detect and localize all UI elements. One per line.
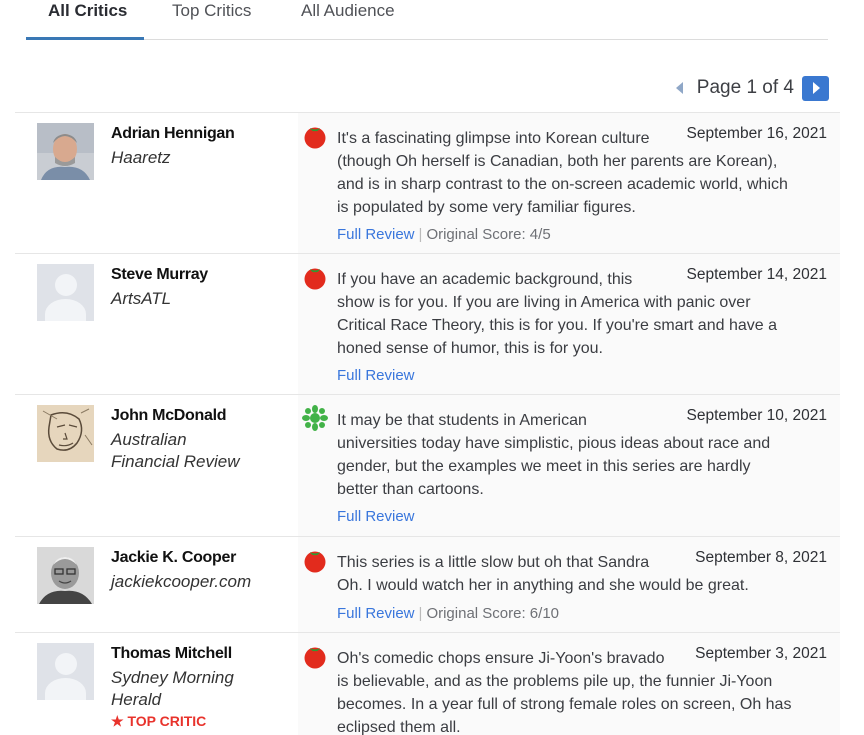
quote-line: (though Oh herself is Canadian, both her… <box>337 153 778 170</box>
review-row: Thomas Mitchell Sydney Morning Herald ★ … <box>15 632 840 735</box>
default-avatar-icon[interactable] <box>37 264 94 321</box>
avatar-body <box>45 678 86 700</box>
original-score: Original Score: 6/10 <box>426 605 560 622</box>
review-quote: It's a fascinating glimpse into Korean c… <box>337 127 827 219</box>
tab-all-critics[interactable]: All Critics <box>26 0 144 40</box>
link-divider: | <box>418 226 423 243</box>
quote-line: Critical Race Theory, this is for you. I… <box>337 317 777 334</box>
publication-name[interactable]: ArtsATL <box>111 288 281 310</box>
review-tabs: All Critics Top Critics All Audience <box>26 0 828 40</box>
quote-line: It's a fascinating glimpse into Korean c… <box>337 130 650 147</box>
quote-line: Oh's comedic chops ensure Ji-Yoon's brav… <box>337 650 665 667</box>
review-quote: Oh's comedic chops ensure Ji-Yoon's brav… <box>337 647 827 735</box>
publication-name[interactable]: jackiekcooper.com <box>111 571 281 593</box>
quote-line: It may be that students in American <box>337 412 587 429</box>
review-row: Steve Murray ArtsATL September 14, 2021 … <box>15 253 840 394</box>
quote-line: universities today have simplistic, piou… <box>337 435 771 452</box>
quote-line: This series is a little slow but oh that… <box>337 554 650 571</box>
fresh-tomato-icon <box>304 127 326 149</box>
quote-line: better than cartoons. <box>337 481 484 498</box>
quote-line: honed sense of humor, this is for you. <box>337 340 603 357</box>
pagination: Page 1 of 4 <box>675 75 829 101</box>
avatar-head <box>55 653 77 675</box>
critic-name[interactable]: Thomas Mitchell <box>111 645 232 663</box>
quote-line: is populated by some very familiar figur… <box>337 199 636 216</box>
avatar-body <box>45 299 86 321</box>
full-review-link[interactable]: Full Review <box>337 226 415 243</box>
review-row: Jackie K. Cooper jackiekcooper.com Septe… <box>15 536 840 632</box>
star-icon: ★ <box>111 713 124 729</box>
original-score: Original Score: 4/5 <box>426 226 551 243</box>
full-review-link[interactable]: Full Review <box>337 605 415 622</box>
critic-avatar[interactable] <box>37 405 94 462</box>
full-review-link[interactable]: Full Review <box>337 508 415 525</box>
next-page-button[interactable] <box>802 75 829 101</box>
chevron-right-icon <box>813 82 820 94</box>
fresh-tomato-icon <box>304 268 326 290</box>
quote-line: is believable, and as the problems pile … <box>337 673 773 690</box>
quote-line: show is for you. If you are living in Am… <box>337 294 751 311</box>
critic-name[interactable]: Adrian Hennigan <box>111 125 235 143</box>
top-critic-badge: ★ TOP CRITIC <box>111 713 206 730</box>
top-critic-label: TOP CRITIC <box>127 713 207 729</box>
review-quote: This series is a little slow but oh that… <box>337 551 827 597</box>
quote-line: gender, but the examples we meet in this… <box>337 458 751 475</box>
critic-avatar[interactable] <box>37 547 94 604</box>
quote-line: eclipsed them all. <box>337 719 461 735</box>
quote-line: becomes. In a year full of strong female… <box>337 696 792 713</box>
publication-line: Financial Review <box>111 452 240 471</box>
review-list: Adrian Hennigan Haaretz September 16, 20… <box>15 112 840 735</box>
review-quote: It may be that students in American univ… <box>337 409 827 501</box>
publication-name[interactable]: Sydney Morning Herald <box>111 667 281 711</box>
review-links: Full Review <box>337 508 415 525</box>
publication-line: Herald <box>111 690 162 709</box>
tab-top-critics[interactable]: Top Critics <box>172 0 251 40</box>
default-avatar-icon[interactable] <box>37 643 94 700</box>
review-row: John McDonald Australian Financial Revie… <box>15 394 840 536</box>
critic-name[interactable]: Jackie K. Cooper <box>111 549 236 567</box>
quote-line: Oh. I would watch her in anything and sh… <box>337 577 749 594</box>
publication-line: Sydney Morning <box>111 668 234 687</box>
review-links: Full Review | Original Score: 6/10 <box>337 605 559 622</box>
publication-line: Australian <box>111 430 187 449</box>
full-review-link[interactable]: Full Review <box>337 367 415 384</box>
previous-page-arrow-icon[interactable] <box>675 82 683 94</box>
fresh-tomato-icon <box>304 551 326 573</box>
quote-line: If you have an academic background, this <box>337 271 633 288</box>
avatar-head <box>55 274 77 296</box>
critic-avatar[interactable] <box>37 123 94 180</box>
review-quote: If you have an academic background, this… <box>337 268 827 360</box>
link-divider: | <box>418 605 423 622</box>
tab-all-audience[interactable]: All Audience <box>301 0 395 40</box>
publication-name[interactable]: Haaretz <box>111 147 281 169</box>
review-row: Adrian Hennigan Haaretz September 16, 20… <box>15 112 840 253</box>
rotten-splat-icon <box>302 405 328 431</box>
review-links: Full Review <box>337 367 415 384</box>
page-indicator: Page 1 of 4 <box>696 77 794 98</box>
quote-line: and is in sharp contrast to the on-scree… <box>337 176 788 193</box>
publication-name[interactable]: Australian Financial Review <box>111 429 281 473</box>
review-links: Full Review | Original Score: 4/5 <box>337 226 551 243</box>
critic-name[interactable]: John McDonald <box>111 407 227 425</box>
critic-name[interactable]: Steve Murray <box>111 266 208 284</box>
fresh-tomato-icon <box>304 647 326 669</box>
